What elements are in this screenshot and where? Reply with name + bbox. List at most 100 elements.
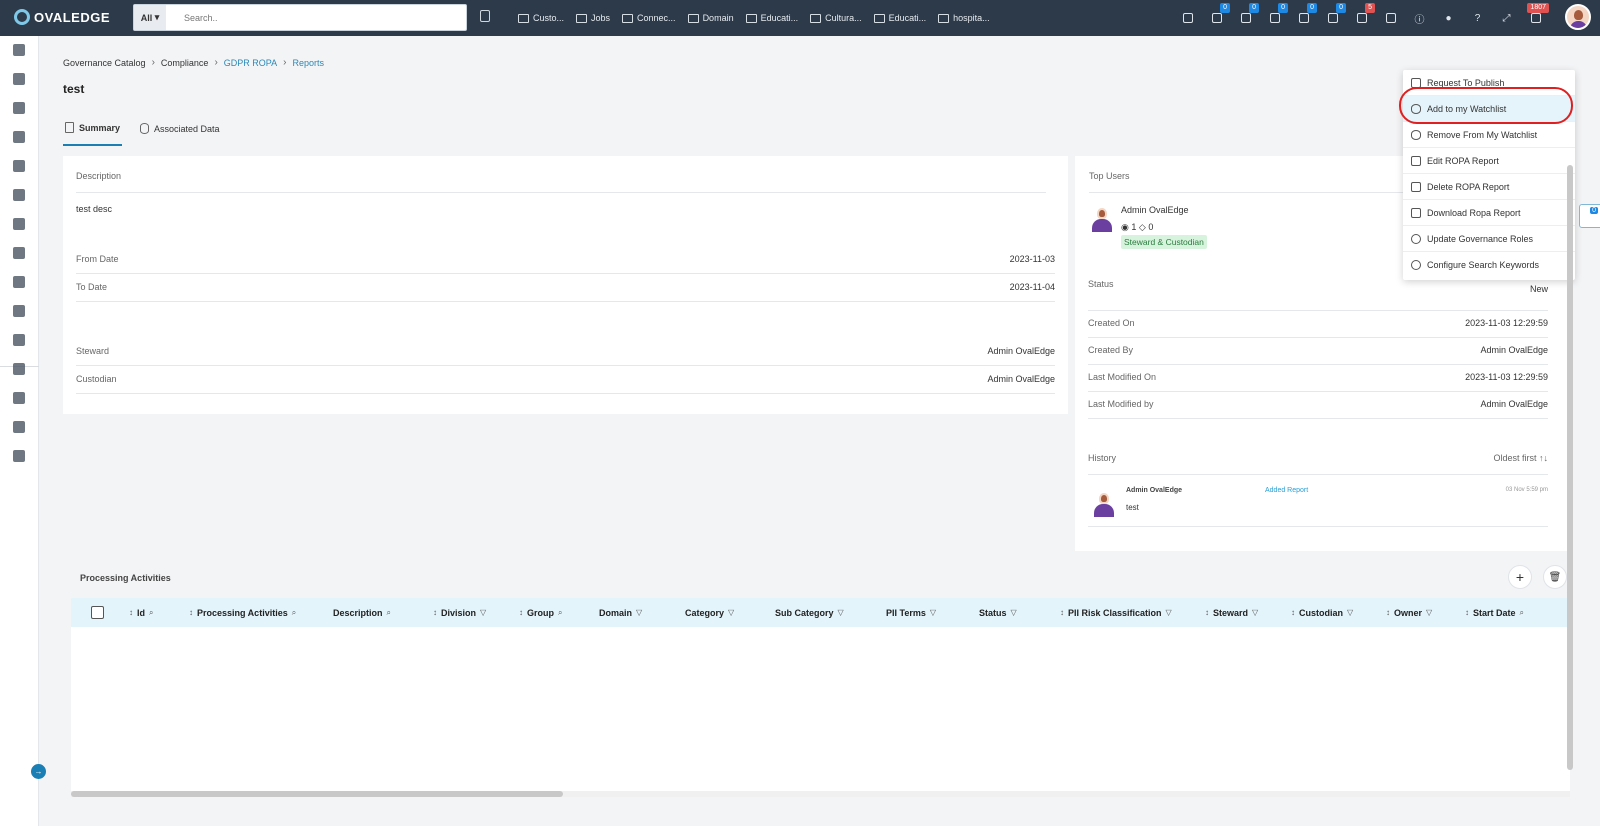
menu-item-update-governance-roles[interactable]: Update Governance Roles (1403, 226, 1575, 252)
quick-link[interactable]: Custo... (518, 13, 564, 23)
last-modified-on-value: 2023-11-03 12:29:59 (1465, 372, 1548, 382)
breadcrumb-item[interactable]: Reports (292, 58, 324, 68)
history-text: test (1126, 503, 1139, 512)
tab-associated-data[interactable]: Associated Data (138, 118, 222, 146)
task-icon[interactable]: 0 (1296, 2, 1317, 26)
user-avatar[interactable] (1565, 4, 1591, 30)
column-header[interactable]: ↕ Id ⌕ (129, 598, 153, 627)
quick-link[interactable]: Domain (687, 13, 734, 23)
menu-item-download-report[interactable]: Download Ropa Report (1403, 200, 1575, 226)
column-label: Division (441, 607, 477, 618)
column-header[interactable]: ↕ Steward ▽ (1205, 598, 1258, 627)
message-icon[interactable]: 0 (1238, 2, 1259, 26)
horizontal-scrollbar[interactable] (71, 791, 1570, 797)
menu-item-delete-report[interactable]: Delete ROPA Report (1403, 174, 1575, 200)
select-all-checkbox[interactable] (91, 606, 104, 619)
quick-link[interactable]: Jobs (576, 13, 610, 23)
home-nav-icon[interactable] (13, 44, 25, 56)
divider (76, 301, 1055, 302)
column-header[interactable]: ↕ Processing Activities ⌕ (189, 598, 296, 627)
column-header[interactable]: Description ⌕ (333, 598, 391, 627)
vertical-scrollbar[interactable] (1567, 165, 1573, 770)
column-label: Owner (1394, 607, 1423, 618)
catalog-nav-icon[interactable] (13, 102, 25, 114)
comments-side-widget[interactable]: 0 (1579, 204, 1600, 228)
column-header[interactable]: ↕ PII Risk Classification ▽ (1060, 598, 1172, 627)
top-user-name[interactable]: Admin OvalEdge (1121, 205, 1189, 215)
server-nav-icon[interactable] (13, 305, 25, 317)
column-label: Group (527, 607, 554, 618)
calendar-nav-icon[interactable] (13, 218, 25, 230)
quick-link-label: Cultura... (825, 13, 862, 23)
bookmark-icon[interactable] (480, 10, 490, 22)
home-icon[interactable] (1180, 11, 1195, 26)
top-icon-group: 0 0 0 0 0 5 ⓘ ● ? ⤢ 1807 (1180, 0, 1549, 36)
quick-link[interactable]: Educati... (745, 13, 798, 23)
column-header[interactable]: ↕ Group ⌕ (519, 598, 562, 627)
count-badge: 5 (1365, 2, 1375, 13)
quick-link[interactable]: Educati... (873, 13, 926, 23)
status-value: New (1529, 284, 1548, 294)
created-by-value: Admin OvalEdge (1480, 345, 1548, 355)
breadcrumb-item[interactable]: Compliance (161, 58, 209, 68)
theme-icon[interactable]: ● (1441, 11, 1456, 26)
menu-item-remove-from-watchlist[interactable]: Remove From My Watchlist (1403, 122, 1575, 148)
search-icon: ⌕ (1519, 607, 1524, 617)
column-header[interactable]: ↕ Custodian ▽ (1291, 598, 1353, 627)
settings-nav-icon[interactable] (13, 421, 25, 433)
delete-button[interactable]: 🗑 (1543, 565, 1567, 589)
clipboard-icon[interactable]: 5 (1354, 2, 1375, 26)
folder-nav-icon[interactable] (13, 334, 25, 346)
menu-item-edit-report[interactable]: Edit ROPA Report (1403, 148, 1575, 174)
scrollbar-thumb[interactable] (71, 791, 563, 797)
lock-icon[interactable]: 0 (1325, 2, 1346, 26)
alert-icon[interactable]: 0 (1267, 2, 1288, 26)
description-value: test desc (76, 204, 113, 214)
users-nav-icon[interactable] (13, 392, 25, 404)
tag-nav-icon[interactable] (13, 73, 25, 85)
search-scope-select[interactable]: All ▾ (134, 5, 166, 30)
quick-link-label: Jobs (591, 13, 611, 23)
column-header[interactable]: ↕ Owner ▽ (1386, 598, 1432, 627)
help-icon[interactable]: ? (1470, 11, 1485, 26)
filter-icon: ▽ (1010, 608, 1017, 617)
column-header[interactable]: Sub Category ▽ (775, 598, 844, 627)
app-logo[interactable]: OVALEDGE (14, 9, 110, 25)
fullscreen-icon[interactable]: ⤢ (1499, 11, 1514, 26)
quick-link[interactable]: Connec... (622, 13, 676, 23)
admin-nav-icon[interactable] (13, 450, 25, 462)
notifications-icon[interactable]: 1807 (1527, 2, 1549, 26)
column-header[interactable]: PII Terms ▽ (886, 598, 936, 627)
expand-nav-button[interactable]: → (31, 764, 46, 779)
quick-link[interactable]: hospita... (938, 13, 990, 23)
menu-item-configure-search-keywords[interactable]: Configure Search Keywords (1403, 252, 1575, 278)
menu-item-label: Delete ROPA Report (1427, 181, 1510, 192)
quick-link-label: Domain (702, 13, 734, 23)
history-sort-toggle[interactable]: Oldest first ↑↓ (1493, 453, 1548, 463)
user-avatar (1094, 493, 1114, 517)
chat-icon[interactable]: 0 (1209, 2, 1230, 26)
book-nav-icon[interactable] (13, 160, 25, 172)
column-header[interactable]: ↕ Start Date ⌕ (1465, 598, 1524, 627)
tools-icon[interactable] (1383, 11, 1398, 26)
report-nav-icon[interactable] (13, 363, 25, 375)
breadcrumb-item[interactable]: Governance Catalog (63, 58, 146, 68)
column-header[interactable]: Category ▽ (685, 598, 734, 627)
divider (1088, 391, 1548, 392)
breadcrumb-item[interactable]: GDPR ROPA (224, 58, 277, 68)
trash-icon (1411, 181, 1421, 192)
quick-link[interactable]: Cultura... (810, 13, 862, 23)
add-button[interactable]: + (1508, 565, 1532, 589)
tab-summary[interactable]: Summary (63, 118, 123, 146)
menu-item-label: Edit ROPA Report (1427, 155, 1499, 166)
hand-nav-icon[interactable] (13, 247, 25, 259)
info-icon[interactable]: ⓘ (1412, 11, 1427, 26)
search-input[interactable]: Search.. (166, 13, 218, 23)
database-nav-icon[interactable] (13, 131, 25, 143)
column-header[interactable]: ↕ Division ▽ (433, 598, 486, 627)
column-header[interactable]: Status ▽ (979, 598, 1017, 627)
dashboard-nav-icon[interactable] (13, 189, 25, 201)
column-header[interactable]: Domain ▽ (599, 598, 642, 627)
bank-nav-icon[interactable] (13, 276, 25, 288)
history-time: 03 Nov 5:59 pm (1505, 487, 1548, 493)
